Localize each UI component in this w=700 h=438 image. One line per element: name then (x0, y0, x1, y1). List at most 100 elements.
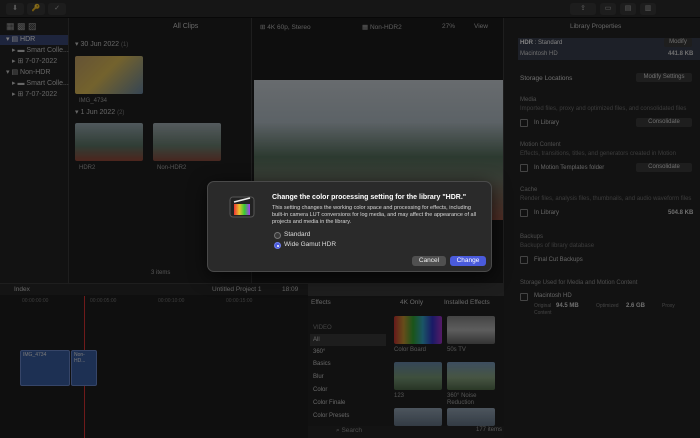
event-hdr[interactable]: ▸ ⊞ 7-07-2022 (0, 57, 57, 67)
smart-collections-nonhdr[interactable]: ▸ ▬ Smart Colle... (0, 79, 69, 89)
effects-category-color-finale[interactable]: Color Finale (310, 397, 386, 409)
format-label: 4K 60p, Stereo (267, 24, 311, 31)
timeline-clip-img4734[interactable]: IMG_4734 (20, 350, 70, 386)
effects-category-basics[interactable]: Basics (310, 358, 386, 370)
clip-thumbnail-hdr2[interactable] (75, 123, 143, 161)
library-name-text: HDR (520, 40, 533, 46)
drive-size: 441.8 KB (668, 51, 694, 57)
backups-location-icon (520, 256, 528, 264)
effect-label: 360° Noise Reduction (447, 393, 477, 406)
clip-label: IMG_4734 (79, 98, 108, 104)
color-processing-dialog: Change the color processing setting for … (207, 181, 492, 272)
change-button[interactable]: Change (450, 256, 486, 266)
timeline-clip-nonhdr[interactable]: Non-HD... (71, 350, 97, 386)
background-tasks-button[interactable]: ✓ (48, 3, 66, 15)
import-button[interactable]: ⬇ (6, 3, 24, 15)
smart-collections-hdr[interactable]: ▸ ▬ Smart Colle... (0, 46, 69, 56)
clip-label: HDR2 (79, 165, 96, 171)
search-placeholder: Search (341, 427, 363, 434)
effects-category-video: VIDEO (313, 325, 332, 331)
media-location: In Library (534, 120, 560, 126)
cache-size: 504.8 KB (668, 210, 694, 216)
motion-section-desc: Effects, transitions, titles, and genera… (520, 151, 676, 157)
installed-effects-menu[interactable]: Installed Effects (444, 299, 490, 306)
effect-label: 50s TV (447, 347, 466, 353)
effects-category-blur[interactable]: Blur (310, 371, 386, 383)
radio-wide-gamut-hdr[interactable] (274, 242, 281, 249)
motion-consolidate-button[interactable]: Consolidate (636, 163, 692, 172)
event-label: 7-07-2022 (25, 58, 58, 65)
storage-drive: Macintosh HD (534, 293, 572, 299)
radio-standard[interactable] (274, 232, 281, 239)
library-format-text: Standard (538, 40, 563, 46)
standard-label: Standard (284, 231, 311, 238)
ruler-tick-3: 00:00:15:00 (226, 298, 253, 304)
effect-123[interactable] (394, 362, 442, 390)
date-label: 1 Jun 2022 (80, 109, 116, 116)
clip-label: IMG_4734 (23, 352, 47, 358)
effects-search[interactable]: ⌕ Search (336, 427, 362, 435)
viewer-format: ⊞ 4K 60p, Stereo (260, 24, 311, 31)
folder-label: Smart Colle... (26, 47, 69, 54)
top-toolbar: ⬇ 🔑 ✓ ⇪ ▭ ▤ ▥ (0, 0, 700, 18)
motion-section-title: Motion Content (520, 142, 561, 148)
effect-thumbnail[interactable] (447, 408, 495, 426)
effects-category-360[interactable]: 360° (310, 346, 386, 358)
motion-location-icon (520, 164, 528, 172)
effects-title: Effects (311, 299, 331, 306)
clip-label: Non-HD... (74, 352, 86, 364)
original-label: Original (534, 303, 552, 309)
event-nonhdr[interactable]: ▸ ⊞ 7-07-2022 (0, 90, 57, 100)
storage-locations-title: Storage Locations (520, 75, 573, 82)
clip-thumbnail-img4734[interactable] (75, 56, 143, 94)
motion-location: In Motion Templates folder (534, 165, 605, 171)
media-consolidate-button[interactable]: Consolidate (636, 118, 692, 127)
library-name: HDR : Standard (520, 40, 563, 46)
effects-category-color[interactable]: Color (310, 384, 386, 396)
effect-color-board[interactable] (394, 316, 442, 344)
effect-label: Color Board (394, 347, 427, 353)
cache-section-title: Cache (520, 187, 538, 193)
effects-count: 177 items (476, 427, 503, 433)
share-button[interactable]: ⇪ (570, 3, 596, 15)
effect-label: 123 (394, 393, 405, 399)
count-label: (1) (120, 42, 129, 48)
ruler-tick-1: 00:00:05:00 (90, 298, 117, 304)
libraries-sidebar: ▦ ▩ ▨ ▾ ▤ HDR ▸ ▬ Smart Colle... ▸ ⊞ 7-0… (0, 18, 69, 283)
cancel-button[interactable]: Cancel (412, 256, 446, 266)
clip-filter[interactable]: All Clips (173, 23, 198, 30)
count-label: (2) (117, 110, 125, 116)
effects-category-all[interactable]: All (310, 334, 386, 346)
view-menu[interactable]: View (474, 23, 488, 30)
effect-thumbnail[interactable] (394, 408, 442, 426)
clip-thumbnail-nonhdr2[interactable] (153, 123, 221, 161)
keywords-button[interactable]: 🔑 (27, 3, 45, 15)
effects-4k-filter[interactable]: 4K Only (400, 299, 423, 306)
inspector-pane: Library Properties HDR : Standard Modify… (504, 18, 700, 438)
dialog-body: This setting changes the working color s… (272, 205, 477, 225)
backups-section-desc: Backups of library database (520, 243, 595, 249)
viewer-clip-name: ▦ Non-HDR2 (362, 24, 402, 31)
folder-label: Smart Colle... (26, 80, 69, 87)
layout-button[interactable]: ▭ (600, 3, 616, 15)
event-label: 7-07-2022 (25, 91, 58, 98)
project-name[interactable]: Untitled Project 1 (212, 286, 262, 293)
inspector-toggle[interactable]: ▥ (640, 3, 656, 15)
ruler-tick-2: 00:00:10:00 (158, 298, 185, 304)
modify-settings-button[interactable]: Modify Settings (636, 73, 692, 82)
index-button[interactable]: Index (14, 286, 30, 293)
modify-button[interactable]: Modify (664, 38, 692, 47)
wide-gamut-label: Wide Gamut HDR (284, 241, 337, 248)
effect-50s-tv[interactable] (447, 316, 495, 344)
library-hdr[interactable]: ▾ ▤ HDR (0, 35, 68, 45)
effects-category-color-presets[interactable]: Color Presets (310, 410, 386, 422)
media-section-title: Media (520, 97, 537, 103)
cache-section-desc: Render files, analysis files, thumbnails… (520, 196, 692, 202)
library-non-hdr[interactable]: ▾ ▤ Non-HDR (0, 68, 50, 78)
zoom-control[interactable]: 27% (442, 23, 455, 30)
library-icons[interactable]: ▦ ▩ ▨ (6, 21, 37, 32)
browser-toggle[interactable]: ▤ (620, 3, 636, 15)
content-label: Content (534, 310, 552, 316)
effect-360-noise-reduction[interactable] (447, 362, 495, 390)
inspector-title: Library Properties (570, 23, 622, 30)
